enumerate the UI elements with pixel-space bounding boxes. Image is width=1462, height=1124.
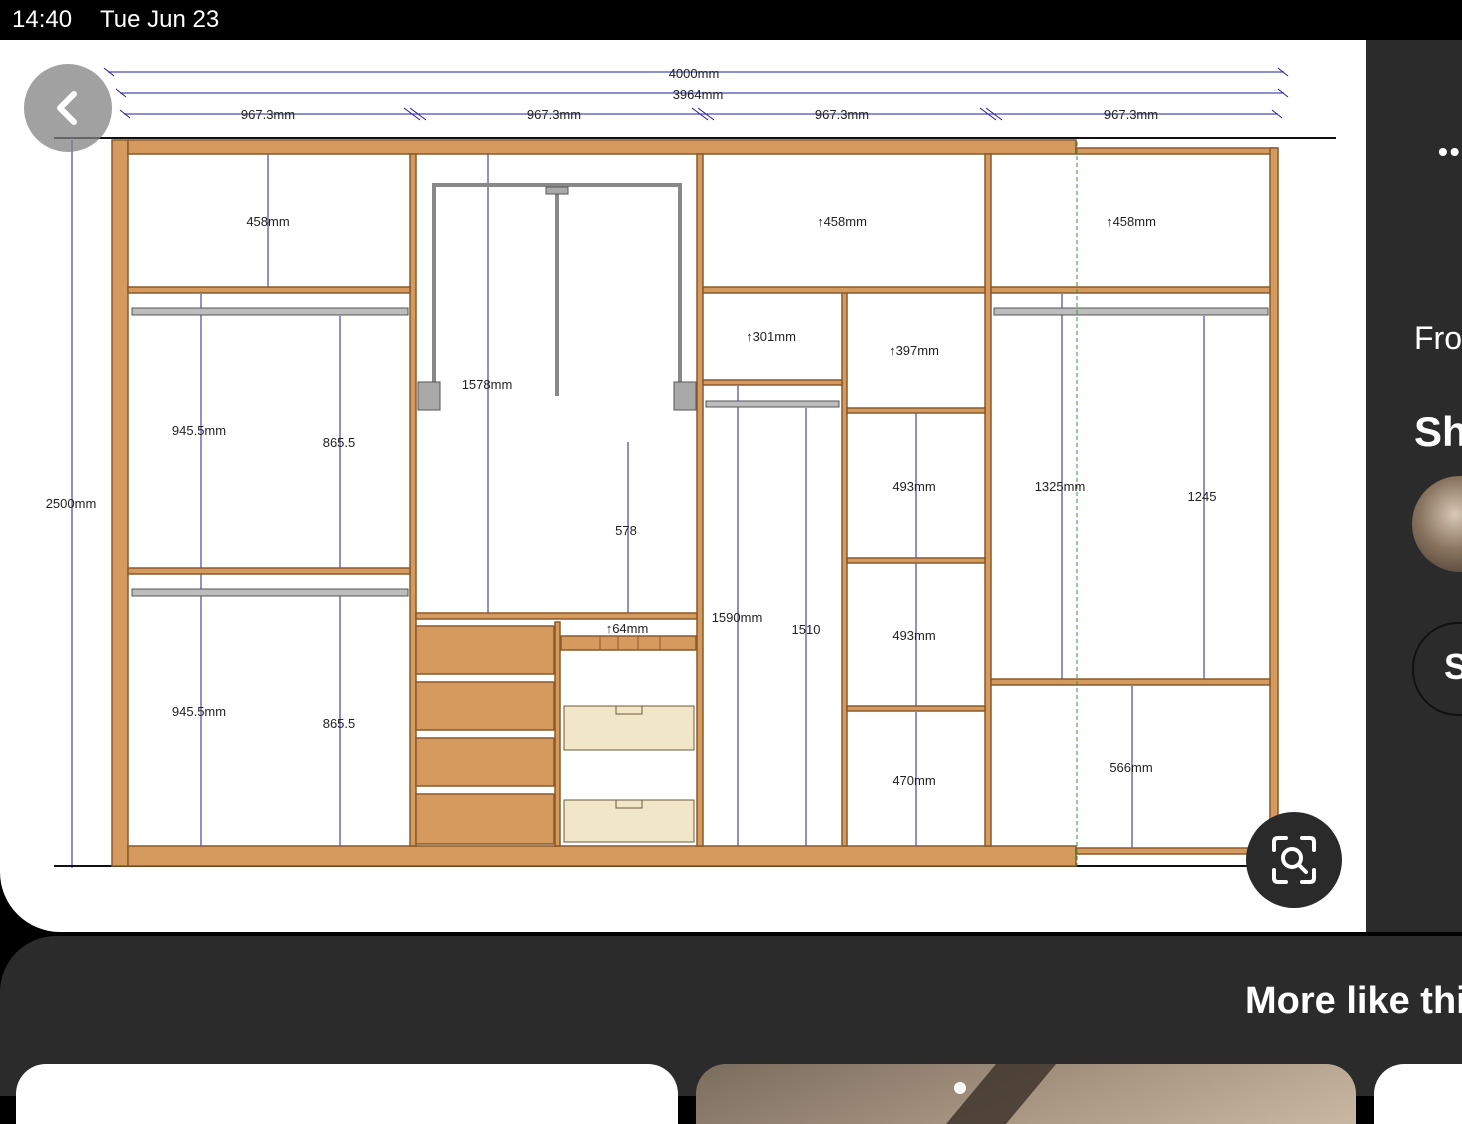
dim-s1-lower-outer: 945.5mm	[172, 704, 226, 719]
more-like-this-section: More like thi	[0, 936, 1462, 1124]
save-button-label: S	[1444, 646, 1462, 687]
pin-details-panel: •• Fro Sh S	[1366, 40, 1462, 932]
dim-section-width-3: 967.3mm	[815, 107, 869, 122]
dim-height: 2500mm	[46, 496, 97, 511]
pin-image-card[interactable]: 4000mm 3964mm 967.3mm 967.3mm 967.3mm 96…	[0, 40, 1366, 932]
status-date: Tue Jun 23	[100, 6, 220, 33]
dim-s5-top: ↑458mm	[1106, 214, 1156, 229]
share-heading: Sh	[1414, 408, 1462, 455]
visual-search-button[interactable]	[1246, 812, 1342, 908]
dim-section-width-1: 967.3mm	[241, 107, 295, 122]
dim-s4-shelf: ↑397mm	[889, 343, 939, 358]
pin-source-label[interactable]: Fro	[1414, 320, 1462, 357]
dim-s1-upper-outer: 945.5mm	[172, 423, 226, 438]
dim-s1-upper-inner: 865.5	[323, 435, 356, 450]
related-pin-thumbnail[interactable]	[696, 1064, 1356, 1124]
visual-search-icon	[1272, 836, 1316, 884]
dim-s3-top: ↑458mm	[817, 214, 867, 229]
avatar[interactable]	[1412, 476, 1462, 572]
dim-s5-bottom: 566mm	[1109, 760, 1152, 775]
dim-s1-top: 458mm	[246, 214, 289, 229]
dim-s3-shelf: ↑301mm	[746, 329, 796, 344]
save-button[interactable]: S	[1412, 622, 1462, 716]
dim-s2-drawer-gap: ↑64mm	[606, 621, 649, 636]
status-bar: 14:40 Tue Jun 23	[0, 0, 1462, 40]
dim-s4-c2: 493mm	[892, 628, 935, 643]
chevron-left-icon	[57, 91, 77, 125]
dim-s4-c3: 470mm	[892, 773, 935, 788]
dim-section-width-4: 967.3mm	[1104, 107, 1158, 122]
related-pin-thumbnail[interactable]	[16, 1064, 678, 1124]
related-pin-thumbnail[interactable]	[1374, 1064, 1462, 1124]
light-fixture-icon	[946, 1064, 1056, 1124]
wardrobe-elevation-drawing: 4000mm 3964mm 967.3mm 967.3mm 967.3mm 96…	[46, 66, 1336, 868]
dim-s5-hang-inner: 1245	[1188, 489, 1217, 504]
dim-s2-hang: 1578mm	[462, 377, 513, 392]
dim-inner-width: 3964mm	[673, 87, 724, 102]
more-like-this-heading: More like thi	[1245, 980, 1462, 1022]
status-time: 14:40	[12, 6, 73, 33]
dim-overall-width: 4000mm	[669, 66, 720, 81]
dim-section-width-2: 967.3mm	[527, 107, 581, 122]
more-dots-icon[interactable]: ••	[1438, 136, 1462, 168]
dim-s3-hang-inner: 1510	[792, 622, 821, 637]
dim-s4-c1: 493mm	[892, 479, 935, 494]
dim-s2-inner: 578	[615, 523, 637, 538]
dim-s5-hang-outer: 1325mm	[1035, 479, 1086, 494]
back-button[interactable]	[24, 64, 112, 152]
dim-s1-lower-inner: 865.5	[323, 716, 356, 731]
dim-s3-hang-outer: 1590mm	[712, 610, 763, 625]
